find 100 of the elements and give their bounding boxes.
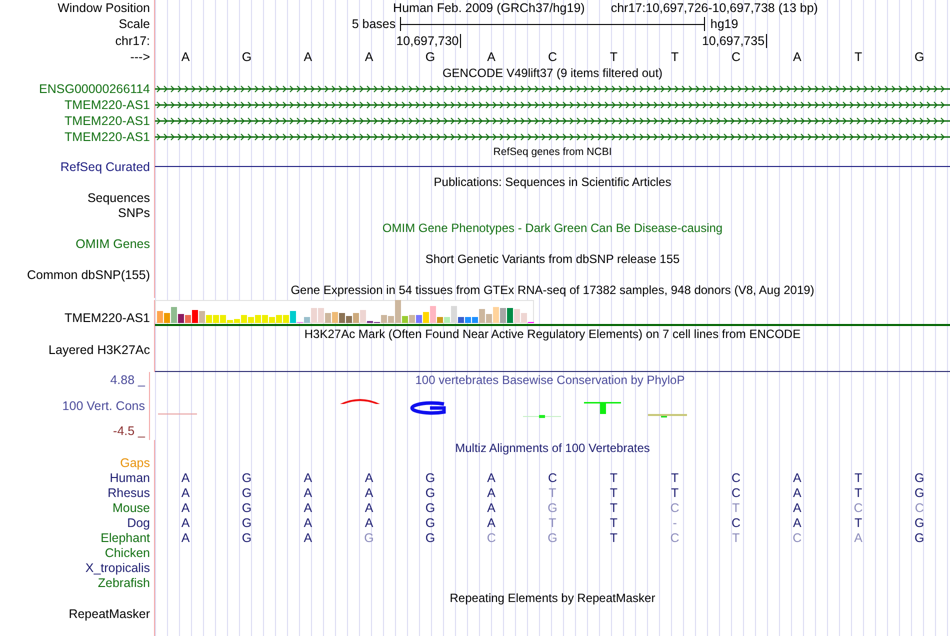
row-label: chr17: [115, 34, 150, 48]
track-label[interactable]: TMEM220-AS1 [64, 311, 150, 325]
aligned-base: A [792, 470, 802, 484]
aligned-base: T [548, 516, 556, 530]
aligned-base: G [914, 470, 924, 484]
scale-label: 5 bases [352, 17, 397, 31]
aligned-base: C [731, 486, 740, 500]
strand-label: ---> [130, 50, 150, 64]
aligned-base: C [914, 500, 924, 514]
assembly-title: Human Feb. 2009 (GRCh37/hg19) [393, 1, 585, 15]
aligned-base: C [670, 500, 680, 514]
base-letter: A [487, 50, 496, 64]
aligned-base: A [181, 470, 190, 484]
base-letter: G [425, 50, 436, 64]
track-label[interactable]: Common dbSNP(155) [27, 268, 150, 282]
aligned-base: T [610, 470, 618, 484]
base-letter: T [854, 50, 862, 64]
aligned-base: A [304, 470, 312, 484]
aligned-base: G [425, 470, 436, 484]
track-title: Short Genetic Variants from dbSNP release 155 [425, 252, 680, 266]
scale-assembly-label: hg19 [709, 17, 738, 31]
species-label[interactable]: Elephant [100, 530, 150, 544]
coordinate-label: 10,697,735 [702, 34, 767, 48]
aligned-base: A [304, 530, 312, 544]
aligned-base: C [486, 530, 496, 544]
aligned-base: C [548, 470, 557, 484]
aligned-base: A [181, 516, 190, 530]
aligned-base: T [548, 486, 556, 500]
aligned-base: G [242, 470, 252, 484]
base-letter: C [548, 50, 557, 64]
aligned-base: A [854, 530, 862, 544]
track-label[interactable]: RepeatMasker [68, 606, 150, 620]
gene-label[interactable]: TMEM220-AS1 [64, 114, 150, 128]
gene-label[interactable]: ENSG00000266114 [39, 82, 150, 96]
aligned-base: A [304, 516, 312, 530]
aligned-base: A [364, 486, 374, 500]
aligned-base: A [792, 486, 802, 500]
track-label[interactable]: Sequences [87, 190, 150, 204]
gene-label[interactable]: TMEM220-AS1 [64, 98, 150, 112]
aligned-base: T [610, 500, 618, 514]
aligned-base: C [731, 470, 740, 484]
aligned-base: A [792, 516, 802, 530]
aligned-base: T [732, 500, 740, 514]
species-label[interactable]: Rhesus [108, 486, 150, 500]
aligned-base: A [364, 470, 374, 484]
axis-max-label: 4.88 _ [110, 373, 145, 387]
base-letter: A [364, 50, 374, 64]
base-letter: G [914, 50, 924, 64]
track-title: OMIM Gene Phenotypes - Dark Green Can Be Disease-causing [382, 221, 723, 235]
axis-min-label: -4.5 _ [113, 424, 145, 438]
aligned-base: T [610, 530, 618, 544]
base-letter: A [304, 50, 312, 64]
track-title: 100 vertebrates Basewise Conservation by PhyloP [415, 373, 685, 387]
species-label[interactable]: X_tropicalis [85, 560, 150, 574]
aligned-base: T [670, 486, 679, 500]
aligned-base: C [731, 516, 740, 530]
aligned-base: C [854, 500, 863, 514]
species-label[interactable]: Human [110, 470, 150, 484]
aligned-base: A [487, 486, 496, 500]
aligned-base: A [304, 486, 312, 500]
aligned-base: C [670, 530, 680, 544]
base-letter: T [610, 50, 618, 64]
position-text: chr17:10,697,726-10,697,738 (13 bp) [610, 1, 818, 15]
aligned-base: A [364, 516, 374, 530]
aligned-base: G [425, 516, 436, 530]
row-label: Window Position [58, 1, 150, 15]
aligned-base: G [242, 516, 252, 530]
track-title: H3K27Ac Mark (Often Found Near Active Regulatory Elements) on 7 cell lines from ENCODE [304, 327, 801, 341]
track-label[interactable]: 100 Vert. Cons [62, 398, 145, 412]
track-label[interactable]: SNPs [118, 206, 150, 220]
track-label[interactable]: Layered H3K27Ac [48, 342, 150, 356]
track-label[interactable]: RefSeq Curated [60, 160, 150, 174]
aligned-base: G [242, 486, 252, 500]
aligned-base: A [487, 500, 496, 514]
aligned-base: G [914, 516, 924, 530]
aligned-base: G [914, 530, 924, 544]
aligned-base: A [364, 500, 374, 514]
aligned-base: T [854, 486, 862, 500]
aligned-base: A [792, 500, 802, 514]
base-letter: T [670, 50, 679, 64]
aligned-base: T [732, 530, 740, 544]
track-title: Repeating Elements by RepeatMasker [450, 591, 656, 605]
base-letter: C [731, 50, 740, 64]
species-label[interactable]: Chicken [104, 546, 150, 560]
aligned-base: A [181, 530, 190, 544]
track-title: Multiz Alignments of 100 Vertebrates [455, 441, 650, 455]
coordinate-label: 10,697,730 [396, 34, 461, 48]
species-label[interactable]: Dog [127, 516, 150, 530]
track-label[interactable]: OMIM Genes [76, 236, 150, 250]
species-label[interactable]: Mouse [112, 500, 150, 514]
gene-label[interactable]: TMEM220-AS1 [64, 130, 150, 144]
track-title: Gene Expression in 54 tissues from GTEx RNA-seq of 17382 samples, 948 donors (V8, Aug 2019) [290, 283, 814, 297]
aligned-base: - [672, 516, 677, 530]
aligned-base: A [487, 516, 496, 530]
aligned-base: T [610, 486, 618, 500]
aligned-base: G [242, 530, 252, 544]
base-letter: G [242, 50, 252, 64]
species-label[interactable]: Zebrafish [98, 576, 150, 590]
base-letter: A [181, 50, 190, 64]
track-title: RefSeq genes from NCBI [493, 145, 612, 159]
